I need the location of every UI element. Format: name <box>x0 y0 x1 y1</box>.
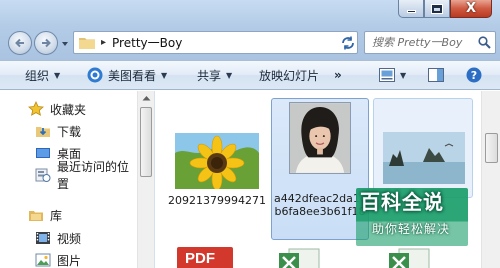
libraries-icon <box>29 211 43 221</box>
share-menu[interactable]: 共享 ▼ <box>197 61 232 89</box>
view-options-icon <box>379 68 395 82</box>
file-items-scrollbar[interactable] <box>481 91 500 268</box>
slideshow-button[interactable]: 放映幻灯片 <box>259 61 319 89</box>
scrollbar-thumb[interactable] <box>485 133 498 163</box>
refresh-button[interactable] <box>337 32 358 53</box>
nav-item-favorites[interactable]: 收藏夹 <box>28 99 86 119</box>
recent-places-icon <box>35 168 51 182</box>
nav-label-pictures: 图片 <box>57 253 82 268</box>
chevron-down-icon: ▼ <box>161 70 168 80</box>
organize-menu[interactable]: 组织 ▼ <box>25 61 60 89</box>
nav-label-libraries: 库 <box>50 208 63 223</box>
meitu-label: 美图看看 <box>108 68 157 83</box>
scroll-up-arrow-icon[interactable] <box>142 95 151 101</box>
command-bar: 组织 ▼ 美图看看 ▼ 共享 ▼ 放映幻灯片 » ▼ ? <box>0 60 500 90</box>
preview-pane-button[interactable] <box>428 61 444 89</box>
breadcrumb-separator[interactable]: ▸ <box>101 37 106 48</box>
minimize-button[interactable] <box>398 0 424 18</box>
watermark: 百科全说 助你轻松解决 <box>358 186 470 244</box>
maximize-icon <box>431 3 443 14</box>
back-button[interactable] <box>8 31 32 55</box>
file-name: a442dfeac2da1cb6fa8ee3b61f18 <box>274 192 366 218</box>
file-item-spreadsheet[interactable] <box>275 247 335 268</box>
svg-text:?: ? <box>471 69 477 82</box>
chevron-down-icon: ▼ <box>54 70 61 80</box>
pictures-icon <box>35 253 51 267</box>
folder-icon <box>79 38 95 49</box>
help-button[interactable]: ? <box>466 61 482 89</box>
forward-button[interactable] <box>34 31 58 55</box>
chevron-down-icon: ▼ <box>226 70 233 80</box>
preview-pane-icon <box>428 68 444 82</box>
more-commands-button[interactable]: » <box>334 61 342 89</box>
address-bar[interactable]: ▸ Pretty一Boy <box>73 31 358 54</box>
help-icon: ? <box>466 67 482 83</box>
close-button[interactable]: X <box>450 0 492 18</box>
pdf-label: PDF <box>185 250 215 267</box>
close-icon: X <box>465 1 477 16</box>
arrow-right-icon <box>42 38 51 48</box>
search-input[interactable] <box>372 36 482 49</box>
nav-label-favorites: 收藏夹 <box>50 102 87 117</box>
more-chevron-icon: » <box>334 68 342 82</box>
file-item-sunflower[interactable]: 20921379994271 <box>165 121 266 221</box>
chevron-down-icon: ▼ <box>400 70 407 80</box>
landscape-thumbnail <box>383 132 465 184</box>
spreadsheet-file-icon <box>279 248 320 268</box>
pdf-file-icon: PDF <box>177 247 233 268</box>
nav-label-recent: 最近访问的位置 <box>57 160 130 191</box>
desktop-icon <box>36 148 50 158</box>
history-dropdown-icon[interactable] <box>61 40 69 48</box>
nav-item-libraries[interactable]: 库 <box>28 205 62 225</box>
arrow-left-icon <box>15 38 24 48</box>
maximize-button[interactable] <box>424 0 450 18</box>
scrollbar-thumb[interactable] <box>140 107 152 177</box>
spreadsheet-file-icon <box>389 248 430 268</box>
portrait-thumbnail <box>289 102 351 174</box>
change-view-button[interactable]: ▼ <box>379 61 406 89</box>
nav-label-downloads: 下载 <box>57 124 82 139</box>
minimize-icon <box>406 10 416 13</box>
file-item-spreadsheet-2[interactable] <box>385 247 445 268</box>
organize-label: 组织 <box>25 68 50 83</box>
meitu-app-icon <box>87 67 103 83</box>
window-titlebar: X ▸ Pretty一Boy <box>0 0 500 60</box>
navigation-pane: 收藏夹 下载 桌面 最近访问的位置 库 视频 图片 <box>0 91 137 268</box>
share-label: 共享 <box>197 68 222 83</box>
meitu-open-button[interactable]: 美图看看 ▼ <box>87 61 167 89</box>
sunflower-thumbnail <box>175 133 259 189</box>
nav-item-recent-places[interactable]: 最近访问的位置 <box>35 160 137 191</box>
file-item-portrait[interactable]: a442dfeac2da1cb6fa8ee3b61f18 <box>271 98 369 240</box>
slideshow-label: 放映幻灯片 <box>259 68 320 83</box>
refresh-icon <box>341 36 354 49</box>
star-icon <box>28 101 44 116</box>
watermark-title: 百科全说 <box>360 190 444 214</box>
navigation-pane-scrollbar[interactable] <box>137 91 154 268</box>
downloads-folder-icon <box>36 127 50 137</box>
file-item-pdf[interactable]: PDF <box>177 247 237 268</box>
search-icon[interactable] <box>478 36 491 49</box>
nav-item-pictures[interactable]: 图片 <box>35 250 81 268</box>
nav-label-videos: 视频 <box>57 231 82 246</box>
file-name: 20921379994271 <box>168 194 266 207</box>
film-icon <box>36 232 50 244</box>
nav-item-downloads[interactable]: 下载 <box>35 121 81 141</box>
watermark-subtitle: 助你轻松解决 <box>372 222 451 236</box>
nav-item-videos[interactable]: 视频 <box>35 228 81 248</box>
search-box[interactable] <box>364 31 496 54</box>
file-item-landscape[interactable] <box>373 98 473 198</box>
window-controls: X <box>398 0 492 20</box>
breadcrumb-current-folder[interactable]: Pretty一Boy <box>112 34 182 51</box>
